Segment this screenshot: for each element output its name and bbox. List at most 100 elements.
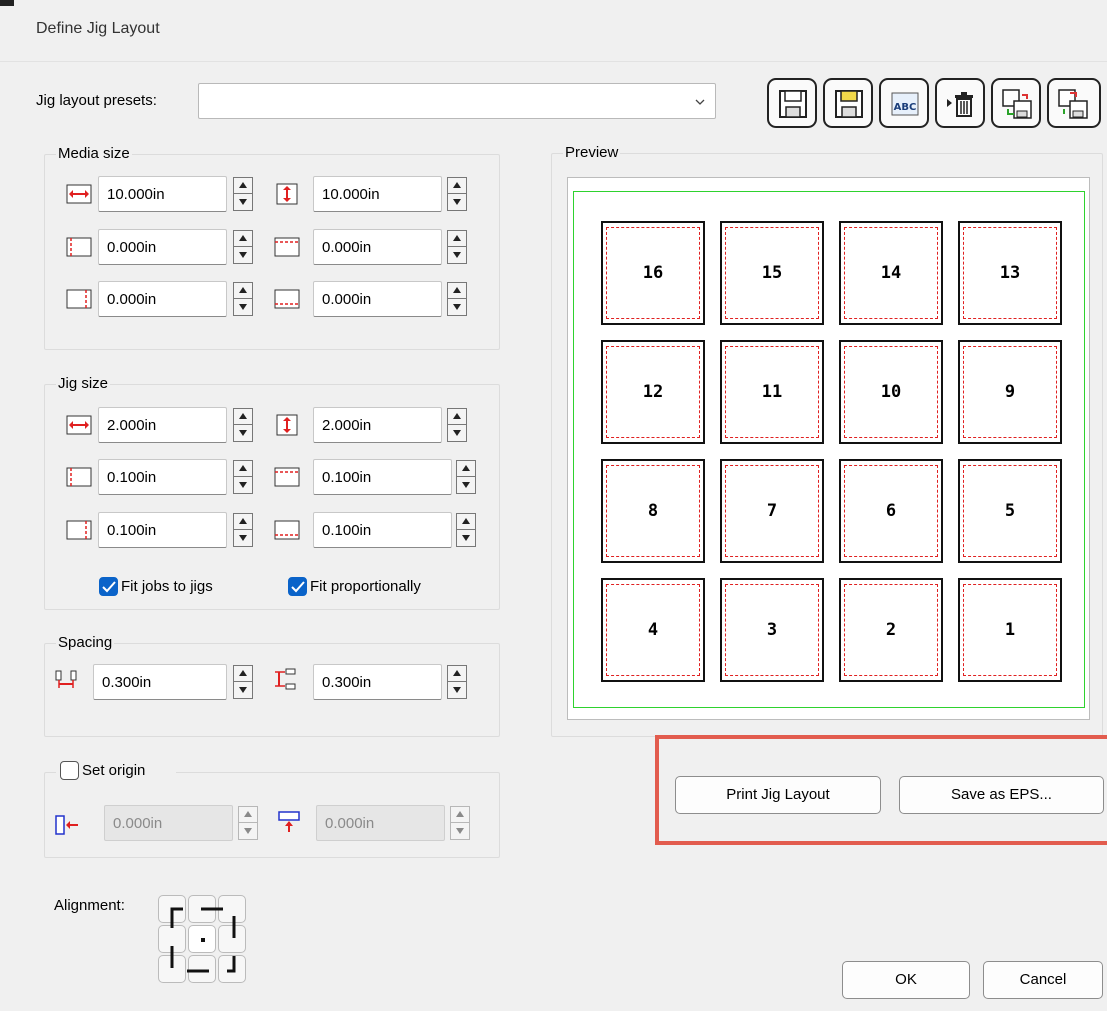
origin-x-spinner[interactable] — [238, 806, 258, 840]
vertical-spacing-icon — [275, 668, 296, 690]
horizontal-spacing-input[interactable]: 0.300in — [93, 664, 227, 700]
media-outline: 16 15 14 13 12 11 10 9 8 7 6 5 4 3 2 1 — [573, 191, 1085, 708]
media-margin-top-input[interactable]: 0.000in — [313, 229, 442, 265]
jig-margin-bottom-value: 0.100in — [322, 522, 372, 539]
cancel-button[interactable]: Cancel — [983, 961, 1103, 999]
rename-preset-button[interactable]: ABC — [879, 78, 929, 128]
vertical-spacing-spinner[interactable] — [447, 665, 467, 699]
jig-size-label: Jig size — [56, 375, 111, 392]
origin-y-input[interactable]: 0.000in — [316, 805, 445, 841]
print-jig-layout-button[interactable]: Print Jig Layout — [675, 776, 881, 814]
presets-dropdown[interactable] — [198, 83, 716, 119]
media-margin-left-spinner[interactable] — [233, 230, 253, 264]
jig-margin-bottom-input[interactable]: 0.100in — [313, 512, 452, 548]
fit-jobs-checkbox[interactable] — [99, 577, 118, 596]
jig-height-input[interactable]: 2.000in — [313, 407, 442, 443]
jig-width-input[interactable]: 2.000in — [98, 407, 227, 443]
svg-text:ABC: ABC — [894, 102, 917, 113]
jig-number: 3 — [766, 620, 778, 640]
origin-y-icon — [278, 811, 300, 832]
vertical-spacing-input[interactable]: 0.300in — [313, 664, 442, 700]
height-icon — [276, 183, 298, 205]
jig-number: 16 — [642, 263, 664, 283]
fit-proportionally-checkbox[interactable] — [288, 577, 307, 596]
import-preset-icon — [1002, 89, 1032, 119]
jig-number: 8 — [647, 501, 659, 521]
media-height-spinner[interactable] — [447, 177, 467, 211]
jig-width-value: 2.000in — [107, 417, 157, 434]
delete-preset-button[interactable] — [935, 78, 985, 128]
media-margin-right-spinner[interactable] — [233, 282, 253, 316]
preview-label: Preview — [563, 144, 621, 161]
rename-preset-icon: ABC — [891, 92, 919, 116]
media-margin-left-value: 0.000in — [107, 239, 157, 256]
export-preset-button[interactable] — [1047, 78, 1101, 128]
jig-cell: 1 — [958, 578, 1062, 682]
media-margin-bottom-input[interactable]: 0.000in — [313, 281, 442, 317]
jig-margin-right-spinner[interactable] — [233, 513, 253, 547]
jig-margin-top-spinner[interactable] — [456, 460, 476, 494]
media-height-input[interactable]: 10.000in — [313, 176, 442, 212]
save-preset-button[interactable] — [767, 78, 817, 128]
import-preset-button[interactable] — [991, 78, 1041, 128]
media-width-spinner[interactable] — [233, 177, 253, 211]
spacing-label: Spacing — [56, 634, 115, 651]
checkmark-icon — [102, 581, 116, 593]
media-height-value: 10.000in — [322, 186, 380, 203]
jig-number: 15 — [761, 263, 783, 283]
jig-cell: 11 — [720, 340, 824, 444]
ok-button[interactable]: OK — [842, 961, 970, 999]
margin-left-icon — [66, 237, 92, 257]
save-preset-icon — [779, 90, 807, 118]
jig-margin-left-spinner[interactable] — [233, 460, 253, 494]
width-icon — [66, 415, 92, 435]
vertical-spacing-value: 0.300in — [322, 674, 372, 691]
horizontal-spacing-icon — [55, 670, 77, 688]
jig-cell: 13 — [958, 221, 1062, 325]
media-margin-left-input[interactable]: 0.000in — [98, 229, 227, 265]
jig-height-spinner[interactable] — [447, 408, 467, 442]
checkmark-icon — [291, 581, 305, 593]
jig-number: 7 — [766, 501, 778, 521]
chevron-down-icon — [695, 99, 705, 105]
set-origin-checkbox[interactable] — [60, 761, 79, 780]
origin-x-input[interactable]: 0.000in — [104, 805, 233, 841]
jig-number: 6 — [885, 501, 897, 521]
jig-margin-bottom-spinner[interactable] — [456, 513, 476, 547]
jig-width-spinner[interactable] — [233, 408, 253, 442]
jig-cell: 9 — [958, 340, 1062, 444]
margin-right-icon — [66, 289, 92, 309]
preview-canvas: 16 15 14 13 12 11 10 9 8 7 6 5 4 3 2 1 — [567, 177, 1090, 720]
alignment-grid[interactable] — [158, 895, 248, 985]
jig-number: 12 — [642, 382, 664, 402]
jig-cell: 6 — [839, 459, 943, 563]
height-icon — [276, 414, 298, 436]
media-margin-right-input[interactable]: 0.000in — [98, 281, 227, 317]
margin-bottom-icon — [274, 520, 300, 540]
origin-x-icon — [55, 815, 78, 835]
jig-cell: 15 — [720, 221, 824, 325]
jig-cell: 12 — [601, 340, 705, 444]
jig-margin-right-input[interactable]: 0.100in — [98, 512, 227, 548]
jig-margin-left-input[interactable]: 0.100in — [98, 459, 227, 495]
jig-number: 13 — [999, 263, 1021, 283]
media-margin-bottom-spinner[interactable] — [447, 282, 467, 316]
media-margin-bottom-value: 0.000in — [322, 291, 372, 308]
jig-margin-top-input[interactable]: 0.100in — [313, 459, 452, 495]
alignment-label: Alignment: — [54, 897, 125, 914]
jig-margin-top-value: 0.100in — [322, 469, 372, 486]
margin-top-icon — [274, 237, 300, 257]
jig-cell: 14 — [839, 221, 943, 325]
fit-jobs-label: Fit jobs to jigs — [121, 578, 213, 595]
fit-proportionally-label: Fit proportionally — [310, 578, 421, 595]
origin-y-spinner[interactable] — [450, 806, 470, 840]
jig-cell: 10 — [839, 340, 943, 444]
save-preset-as-button[interactable] — [823, 78, 873, 128]
jig-cell: 7 — [720, 459, 824, 563]
horizontal-spacing-spinner[interactable] — [233, 665, 253, 699]
media-width-input[interactable]: 10.000in — [98, 176, 227, 212]
jig-number: 1 — [1004, 620, 1016, 640]
save-as-eps-button[interactable]: Save as EPS... — [899, 776, 1104, 814]
media-margin-top-spinner[interactable] — [447, 230, 467, 264]
jig-cell: 8 — [601, 459, 705, 563]
